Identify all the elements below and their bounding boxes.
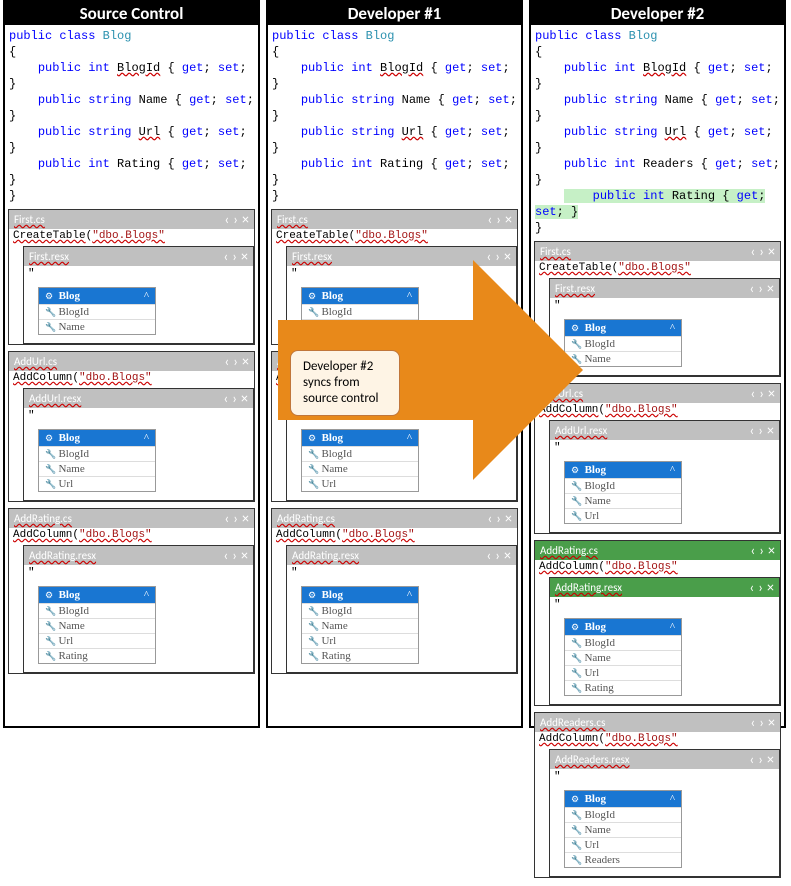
collapse-icon[interactable]: ^ [670, 322, 675, 334]
migration-2: AddRating.cs‹›×AddColumn("dbo.Blogs" AddR… [271, 508, 518, 674]
model-table: ⚙ Blog^BlogIdNameUrlRating [38, 586, 156, 664]
cs-content: AddColumn("dbo.Blogs" [9, 371, 254, 385]
table-field: Name [39, 618, 155, 633]
window-controls-icon[interactable]: ‹›× [487, 547, 511, 564]
collapse-icon[interactable]: ^ [407, 589, 412, 601]
window-controls-icon[interactable]: ‹›× [224, 248, 248, 265]
collapse-icon[interactable]: ^ [670, 464, 675, 476]
table-field: BlogId [565, 807, 681, 822]
resx-file-tab[interactable]: First.resx‹›× [550, 279, 779, 298]
model-table: ⚙ Blog^BlogIdName [38, 287, 156, 335]
resx-file-tab[interactable]: AddRating.resx‹›× [550, 578, 779, 597]
cs-content: AddColumn("dbo.Blogs" [9, 528, 254, 542]
code-block: public class Blog{ public int BlogId { g… [5, 25, 258, 207]
window-controls-icon[interactable]: ‹›× [750, 579, 774, 596]
column-header: Developer #2 [531, 2, 784, 25]
table-field: Name [302, 618, 418, 633]
table-field: BlogId [39, 603, 155, 618]
cs-content: AddColumn("dbo.Blogs" [272, 528, 517, 542]
table-field: Url [39, 633, 155, 648]
column-header: Source Control [5, 2, 258, 25]
code-block: public class Blog{ public int BlogId { g… [531, 25, 784, 239]
resx-file-tab[interactable]: AddUrl.resx‹›× [24, 389, 253, 408]
window-controls-icon[interactable]: ‹›× [488, 211, 512, 228]
window-controls-icon[interactable]: ‹›× [751, 385, 775, 402]
resx-file-tab[interactable]: AddUrl.resx‹›× [550, 421, 779, 440]
migration-2: AddRating.cs‹›×AddColumn("dbo.Blogs" AddR… [8, 508, 255, 674]
collapse-icon[interactable]: ^ [670, 621, 675, 633]
resx-file-tab[interactable]: AddRating.resx‹›× [287, 546, 516, 565]
table-field: BlogId [39, 446, 155, 461]
collapse-icon[interactable]: ^ [144, 432, 149, 444]
collapse-icon[interactable]: ^ [144, 589, 149, 601]
model-table: ⚙ Blog^BlogIdNameUrlRating [301, 586, 419, 664]
resx-file-tab[interactable]: AddRating.resx‹›× [24, 546, 253, 565]
table-field: Readers [565, 852, 681, 867]
window-controls-icon[interactable]: ‹›× [751, 243, 775, 260]
cs-content: AddColumn("dbo.Blogs" [535, 732, 780, 746]
cs-content: AddColumn("dbo.Blogs" [535, 560, 780, 574]
resx-file-tab[interactable]: First.resx‹›× [24, 247, 253, 266]
window-controls-icon[interactable]: ‹›× [225, 211, 249, 228]
table-field: BlogId [39, 304, 155, 319]
table-field: Url [565, 665, 681, 680]
table-field: Url [565, 837, 681, 852]
column-0: Source Controlpublic class Blog{ public … [3, 0, 260, 728]
resx-file-tab[interactable]: AddReaders.resx‹›× [550, 750, 779, 769]
table-field: Url [565, 508, 681, 523]
table-field: Rating [302, 648, 418, 663]
cs-file-tab[interactable]: First.cs‹›× [272, 210, 517, 229]
migration-0: First.cs‹›×CreateTable("dbo.Blogs" First.… [8, 209, 255, 345]
table-field: Name [39, 461, 155, 476]
cs-content: CreateTable("dbo.Blogs" [9, 229, 254, 243]
table-field: Url [39, 476, 155, 491]
migration-2: AddRating.cs‹›×AddColumn("dbo.Blogs" AddR… [534, 540, 781, 706]
table-field: Name [565, 493, 681, 508]
model-table: ⚙ Blog^BlogIdNameUrl [38, 429, 156, 492]
cs-file-tab[interactable]: First.cs‹›× [535, 242, 780, 261]
model-table: ⚙ Blog^BlogIdNameUrlReaders [564, 790, 682, 868]
model-table: ⚙ Blog^BlogIdNameUrlRating [564, 618, 682, 696]
code-block: public class Blog{ public int BlogId { g… [268, 25, 521, 207]
cs-file-tab[interactable]: AddReaders.cs‹›× [535, 713, 780, 732]
cs-file-tab[interactable]: First.cs‹›× [9, 210, 254, 229]
window-controls-icon[interactable]: ‹›× [750, 280, 774, 297]
cs-file-tab[interactable]: AddRating.cs‹›× [535, 541, 780, 560]
migration-3: AddReaders.cs‹›×AddColumn("dbo.Blogs" Add… [534, 712, 781, 878]
window-controls-icon[interactable]: ‹›× [750, 422, 774, 439]
table-field: BlogId [565, 635, 681, 650]
table-field: Name [565, 822, 681, 837]
window-controls-icon[interactable]: ‹›× [751, 714, 775, 731]
window-controls-icon[interactable]: ‹›× [224, 547, 248, 564]
cs-file-tab[interactable]: AddRating.cs‹›× [272, 509, 517, 528]
table-field: Rating [39, 648, 155, 663]
collapse-icon[interactable]: ^ [670, 793, 675, 805]
collapse-icon[interactable]: ^ [144, 290, 149, 302]
window-controls-icon[interactable]: ‹›× [225, 353, 249, 370]
table-field: BlogId [302, 603, 418, 618]
table-field: Name [39, 319, 155, 334]
table-field: BlogId [565, 478, 681, 493]
migration-1: AddUrl.cs‹›×AddColumn("dbo.Blogs" AddUrl.… [8, 351, 255, 502]
cs-file-tab[interactable]: AddUrl.cs‹›× [9, 352, 254, 371]
table-field: Name [565, 650, 681, 665]
table-field: Rating [565, 680, 681, 695]
cs-file-tab[interactable]: AddRating.cs‹›× [9, 509, 254, 528]
arrow-label: Developer #2 syncs from source control [290, 350, 400, 416]
cs-content: CreateTable("dbo.Blogs" [272, 229, 517, 243]
table-field: Url [302, 633, 418, 648]
column-header: Developer #1 [268, 2, 521, 25]
window-controls-icon[interactable]: ‹›× [750, 751, 774, 768]
window-controls-icon[interactable]: ‹›× [225, 510, 249, 527]
window-controls-icon[interactable]: ‹›× [488, 510, 512, 527]
window-controls-icon[interactable]: ‹›× [224, 390, 248, 407]
window-controls-icon[interactable]: ‹›× [751, 542, 775, 559]
